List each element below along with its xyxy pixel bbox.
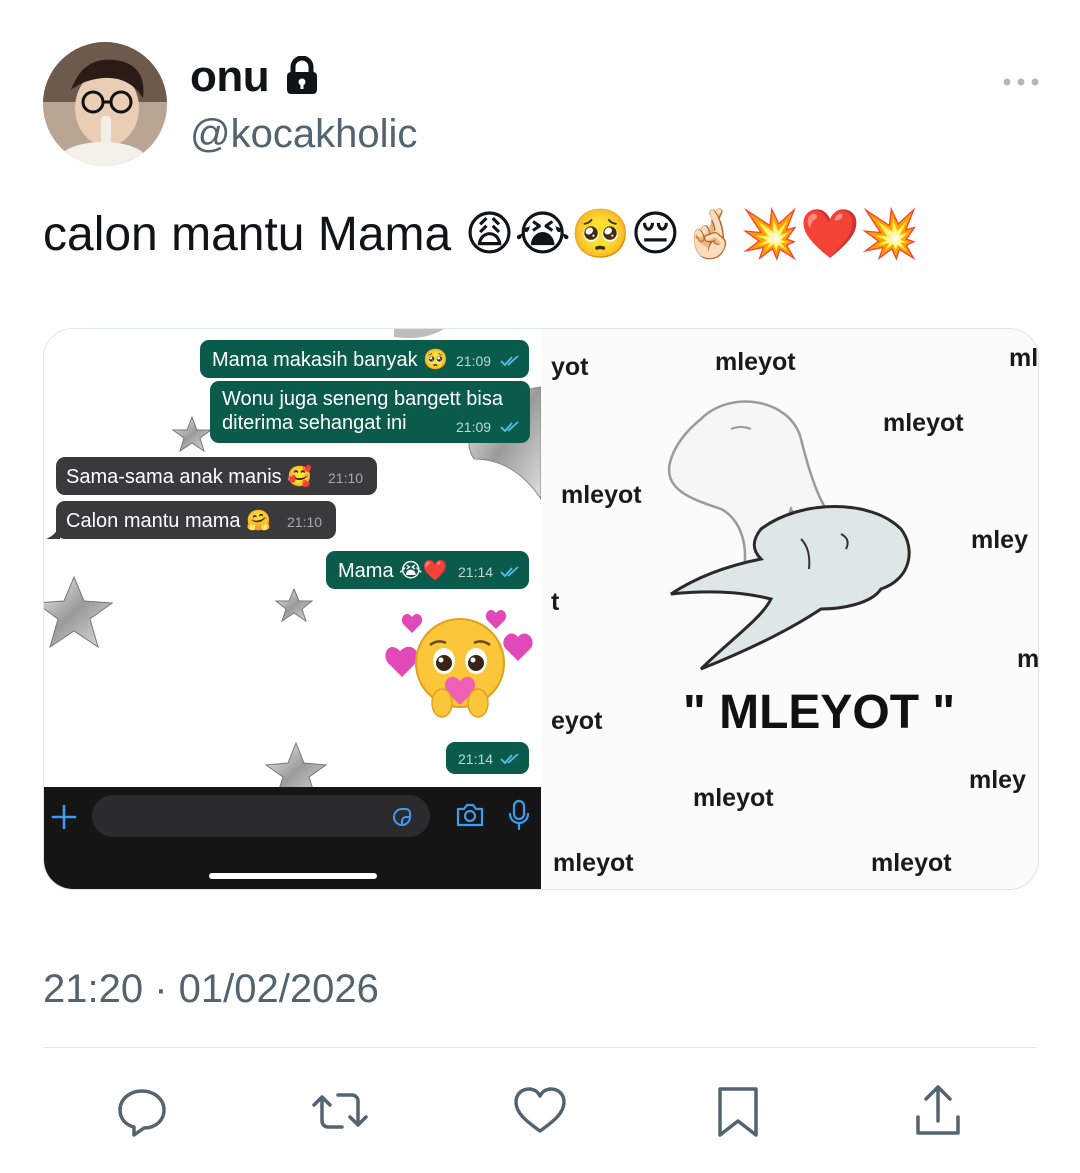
message-text: Mama 😭❤️	[338, 560, 448, 582]
microphone-icon[interactable]	[508, 799, 530, 831]
message-bubble-outgoing[interactable]: Mama 😭❤️ 21:14	[326, 551, 529, 589]
meme-caption: " MLEYOT "	[683, 686, 956, 739]
read-receipt-icon	[500, 566, 519, 578]
meme-word: mley	[971, 526, 1028, 554]
message-input[interactable]	[92, 795, 430, 837]
message-bubble-outgoing[interactable]: Mama makasih banyak 🥺 21:09	[200, 340, 529, 378]
whatsapp-screenshot[interactable]: Mama makasih banyak 🥺 21:09 Wonu juga se…	[44, 329, 541, 889]
meme-word: mleyot	[871, 849, 952, 877]
meme-word: t	[551, 588, 560, 616]
divider	[43, 1047, 1037, 1048]
message-time: 21:10	[328, 470, 364, 486]
read-receipt-icon	[500, 421, 519, 433]
message-time: 21:09	[456, 419, 492, 435]
tweet-timestamp[interactable]: 21:20 · 01/02/2026	[43, 967, 379, 1012]
message-bubble-outgoing[interactable]: Wonu juga seneng bangett bisa diterima s…	[210, 381, 530, 443]
meme-word: eyot	[551, 707, 603, 735]
share-icon[interactable]	[910, 1083, 966, 1139]
plus-icon[interactable]	[50, 803, 78, 831]
more-options-icon[interactable]	[1003, 74, 1039, 90]
message-time: 21:14	[458, 751, 494, 767]
retweet-icon[interactable]	[312, 1083, 368, 1139]
meme-word: mleyot	[693, 784, 774, 812]
meme-word: m	[1017, 645, 1038, 673]
sticker-icon[interactable]	[390, 805, 414, 829]
meme-word: mleyot	[715, 348, 796, 376]
message-time: 21:10	[287, 514, 323, 530]
home-indicator	[209, 873, 377, 879]
meme-word: mley	[969, 766, 1026, 794]
lock-icon	[284, 55, 320, 96]
meme-word: yot	[551, 353, 589, 381]
user-handle[interactable]: @kocakholic	[190, 112, 417, 157]
message-time: 21:14	[458, 564, 494, 580]
message-text: Calon mantu mama 🤗	[66, 510, 271, 532]
message-bubble-incoming[interactable]: Sama-sama anak manis 🥰 21:10	[56, 457, 377, 495]
display-name[interactable]: onu	[190, 52, 270, 102]
message-bubble-incoming[interactable]: Calon mantu mama 🤗 21:10	[46, 501, 336, 539]
message-bubble-outgoing[interactable]: 21:14	[446, 742, 529, 774]
mleyot-character	[667, 400, 911, 671]
message-text: diterima sehangat ini	[222, 412, 407, 434]
message-text: Wonu juga seneng bangett bisa	[222, 388, 503, 410]
mleyot-meme-image[interactable]: yot mleyot ml mleyot mleyot mley t m eyo…	[541, 329, 1038, 889]
message-text: Mama makasih banyak 🥺	[212, 349, 449, 371]
like-icon[interactable]	[512, 1083, 568, 1139]
message-text: Sama-sama anak manis 🥰	[66, 466, 313, 488]
tweet-text: calon mantu Mama 😩😭🥺😔🤞🏻💥❤️💥	[43, 208, 920, 261]
meme-word: mleyot	[561, 481, 642, 509]
read-receipt-icon	[500, 355, 519, 367]
tweet-media[interactable]: Mama makasih banyak 🥺 21:09 Wonu juga se…	[43, 328, 1039, 890]
reply-icon[interactable]	[114, 1083, 170, 1139]
read-receipt-icon	[500, 753, 519, 765]
avatar[interactable]	[43, 42, 167, 166]
chat-composer-bar	[44, 787, 541, 889]
bookmark-icon[interactable]	[710, 1083, 766, 1139]
meme-word: ml	[1009, 344, 1038, 372]
meme-word: mleyot	[553, 849, 634, 877]
message-time: 21:09	[456, 353, 492, 369]
bubble-tail	[46, 525, 60, 539]
camera-icon[interactable]	[455, 802, 485, 828]
sticker-pleading-hearts[interactable]	[380, 599, 540, 729]
